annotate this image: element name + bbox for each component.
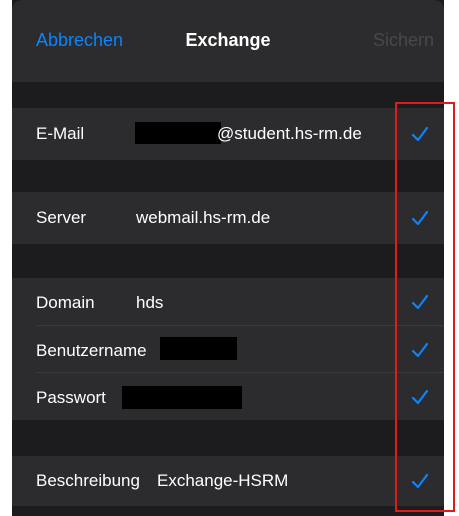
checkmark-icon <box>411 294 429 310</box>
exchange-settings-screen: Abbrechen Exchange Sichern E-Mail @stude… <box>12 0 444 516</box>
description-label: Beschreibung <box>36 471 140 490</box>
email-label: E-Mail <box>36 124 85 143</box>
email-redaction <box>135 122 221 144</box>
save-button[interactable]: Sichern <box>373 30 434 51</box>
server-field[interactable]: webmail.hs-rm.de <box>136 208 270 228</box>
checkmark-icon <box>411 342 429 358</box>
checkmark-icon <box>411 126 429 142</box>
checkmark-icon <box>411 210 429 226</box>
description-field[interactable]: Exchange-HSRM <box>157 471 288 491</box>
checkmark-icon <box>411 473 429 489</box>
server-row[interactable]: Server webmail.hs-rm.de <box>12 192 444 244</box>
username-field[interactable] <box>160 337 237 360</box>
server-label: Server <box>36 208 87 227</box>
password-row[interactable]: Passwort <box>12 373 444 420</box>
username-row[interactable]: Benutzername <box>12 326 444 373</box>
password-field[interactable] <box>122 386 242 409</box>
description-row[interactable]: Beschreibung Exchange-HSRM <box>12 456 444 506</box>
domain-field[interactable]: hds <box>136 293 163 313</box>
checkmark-icon <box>411 389 429 405</box>
domain-row[interactable]: Domain hds <box>12 278 444 326</box>
email-row[interactable]: E-Mail @student.hs-rm.de <box>12 108 444 160</box>
password-label: Passwort <box>36 388 106 407</box>
username-label: Benutzername <box>36 341 147 360</box>
domain-label: Domain <box>36 293 95 312</box>
navigation-bar: Abbrechen Exchange Sichern <box>12 0 444 82</box>
email-field[interactable]: @student.hs-rm.de <box>217 124 362 144</box>
